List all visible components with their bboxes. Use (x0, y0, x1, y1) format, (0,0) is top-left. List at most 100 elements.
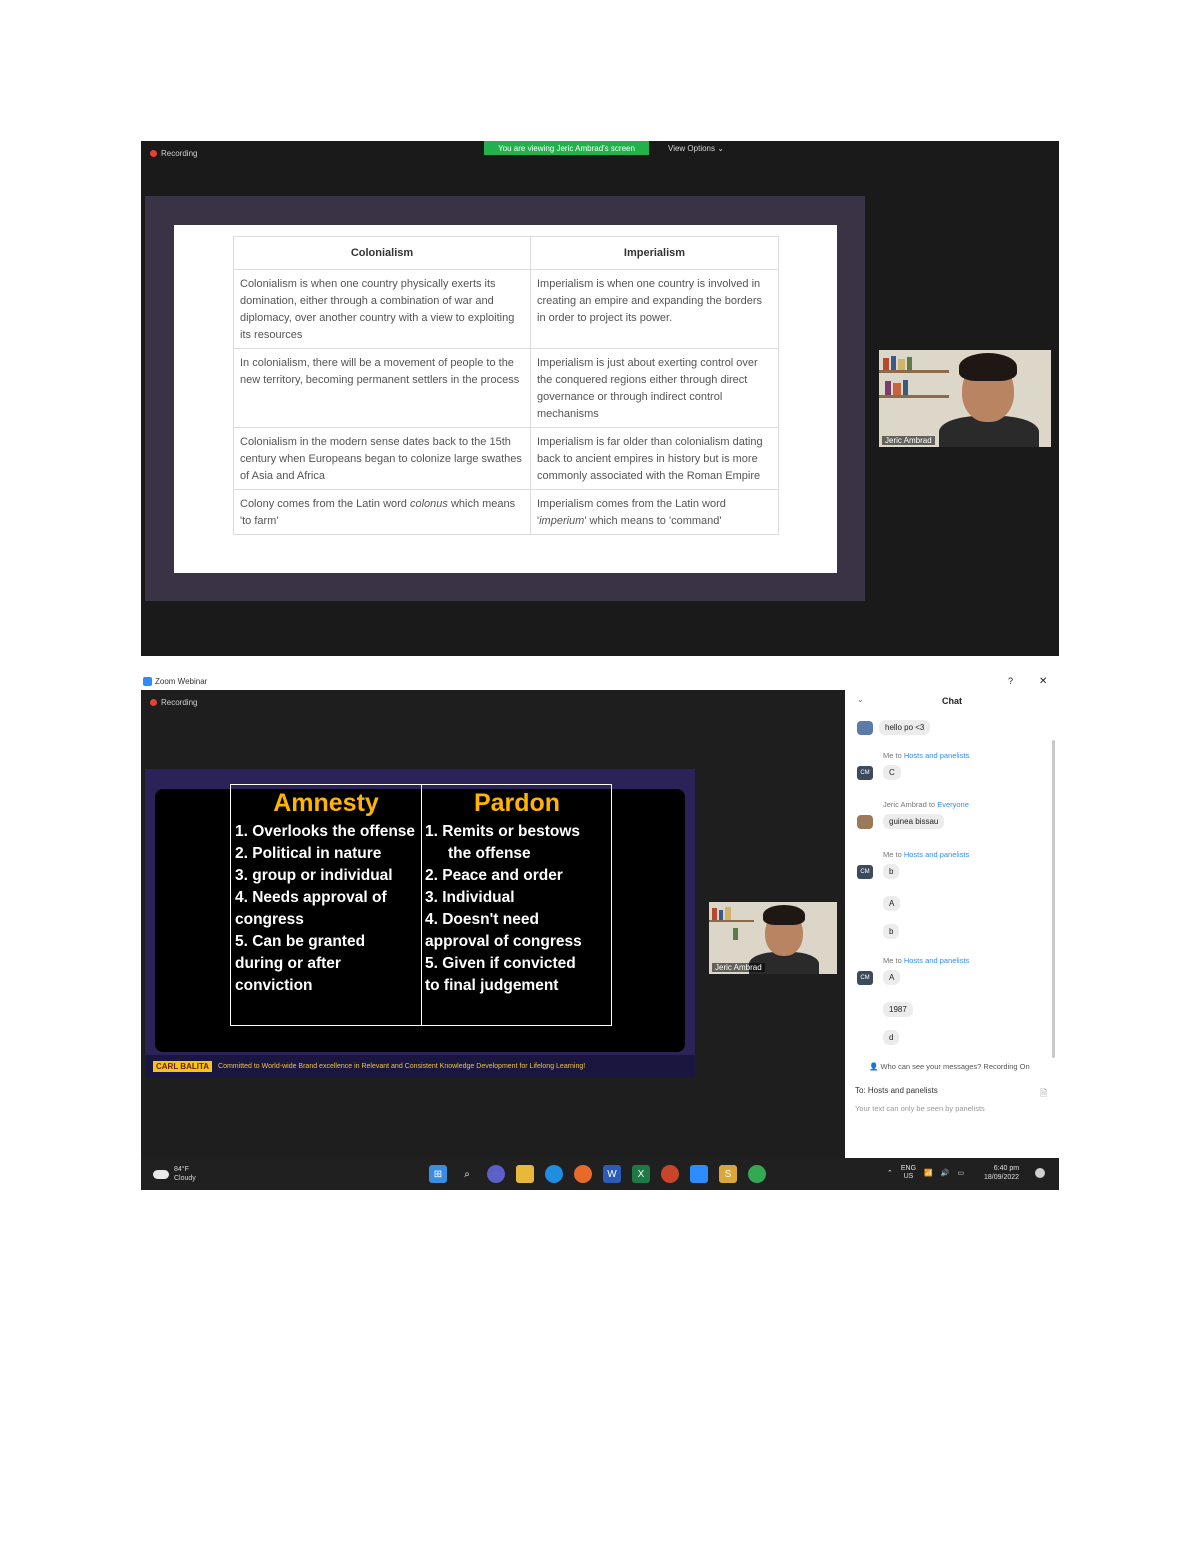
cell-text: ' which means to 'command' (584, 515, 722, 527)
comparison-table: Colonialism Imperialism Colonialism is w… (233, 236, 779, 535)
search-icon[interactable]: ⌕ (458, 1165, 476, 1183)
help-icon[interactable]: ? (1008, 676, 1013, 686)
recording-label: Recording (161, 149, 198, 158)
amnesty-title: Amnesty (273, 789, 379, 817)
chat-bubble[interactable]: b (883, 924, 900, 939)
slide-footer: CARL BALITA Committed to World-wide Bran… (145, 1055, 695, 1077)
amnesty-item: 3. group or individual (235, 867, 393, 884)
chat-bubble[interactable]: guinea bissau (883, 814, 945, 829)
system-tray: ⌃ ENG US 📶 🔊 ▭ (887, 1165, 964, 1181)
amnesty-item: 5. Can be granted during or after convic… (235, 933, 366, 994)
zoom-icon[interactable] (690, 1165, 708, 1183)
language-code: ENG (900, 1165, 917, 1172)
chat-bubble[interactable]: C (883, 765, 901, 780)
clock[interactable]: 6:40 pm 18/09/2022 (984, 1164, 1019, 1182)
table-cell: Imperialism is when one country is invol… (530, 269, 779, 349)
table-cell: Imperialism comes from the Latin word 'i… (530, 489, 779, 535)
table-row: In colonialism, there will be a movement… (233, 348, 779, 428)
recipient-selector[interactable]: To: Hosts and panelists (855, 1086, 938, 1095)
chat-sender: Jeric Ambrad to Everyone (883, 800, 969, 809)
notification-icon[interactable] (1035, 1168, 1045, 1178)
chat-panel: ⌄ Chat hello po <3 Me to Hosts and panel… (845, 690, 1059, 1158)
amnesty-item: 4. Needs approval of congress (235, 889, 387, 928)
excel-icon[interactable]: X (632, 1165, 650, 1183)
cell-text: Colony comes from the Latin word (240, 498, 410, 510)
chevron-up-icon[interactable]: ⌃ (887, 1169, 893, 1177)
taskbar-apps: ⊞ ⌕ W X S (429, 1165, 766, 1183)
battery-icon[interactable]: ▭ (957, 1169, 964, 1177)
app-title: Zoom Webinar (143, 677, 207, 686)
recipient-link[interactable]: Hosts and panelists (904, 751, 969, 760)
firefox-icon[interactable] (574, 1165, 592, 1183)
chat-icon[interactable] (487, 1165, 505, 1183)
recipient-link[interactable]: Hosts and panelists (904, 850, 969, 859)
pardon-title: Pardon (473, 789, 561, 817)
who-can-see-text: Who can see your messages? Recording On (880, 1062, 1030, 1071)
book-graphic (907, 357, 912, 370)
book-graphic (885, 381, 891, 395)
chat-bubble[interactable]: A (883, 896, 901, 911)
slide-content: Amnesty 1. Overlooks the offense 2. Poli… (155, 784, 685, 1052)
table-header-row: Colonialism Imperialism (233, 236, 779, 270)
volume-icon[interactable]: 🔊 (941, 1169, 950, 1177)
chat-message: d (883, 1027, 900, 1045)
wifi-icon[interactable]: 📶 (924, 1169, 933, 1177)
chat-message: guinea bissau (857, 814, 945, 829)
chat-title: Chat (942, 696, 962, 706)
language-indicator[interactable]: ENG US (901, 1165, 916, 1181)
table-header-imperialism: Imperialism (530, 236, 779, 270)
file-explorer-icon[interactable] (516, 1165, 534, 1183)
chat-message: b (883, 921, 900, 939)
chat-bubble[interactable]: 1987 (883, 1002, 913, 1017)
chat-bubble[interactable]: hello po <3 (879, 720, 931, 735)
table-row: Colonialism is when one country physical… (233, 269, 779, 349)
start-icon[interactable]: ⊞ (429, 1165, 447, 1183)
book-graphic (733, 928, 738, 940)
screen-share-screenshot-1: Recording You are viewing Jeric Ambrad's… (141, 141, 1059, 656)
shared-slide: Amnesty 1. Overlooks the offense 2. Poli… (145, 769, 695, 1077)
edge-icon[interactable] (545, 1165, 563, 1183)
chat-bubble[interactable]: A (883, 970, 901, 985)
chat-input[interactable]: Your text can only be seen by panelists (855, 1104, 985, 1113)
pardon-item: 3. Individual (425, 889, 515, 906)
who-can-see-link[interactable]: 👤 Who can see your messages? Recording O… (869, 1062, 1030, 1071)
webinar-main-area: Recording Amnesty 1. Overlooks the offen… (141, 690, 845, 1158)
table-cell: Colonialism is when one country physical… (233, 269, 531, 349)
chevron-down-icon[interactable]: ⌄ (857, 695, 864, 704)
book-graphic (898, 359, 905, 370)
powerpoint-icon[interactable] (661, 1165, 679, 1183)
chat-message: CM A (857, 970, 901, 985)
chat-scrollbar[interactable] (1052, 740, 1055, 1058)
book-graphic (712, 908, 717, 920)
to-label: To: (855, 1086, 866, 1095)
window-titlebar: Zoom Webinar ? ✕ (141, 675, 1059, 690)
close-icon[interactable]: ✕ (1039, 676, 1047, 687)
chat-message: CM C (857, 765, 901, 780)
chat-bubble[interactable]: d (883, 1030, 900, 1045)
video-name-label: Jeric Ambrad (882, 436, 935, 445)
recording-dot-icon (150, 699, 157, 706)
view-options-button[interactable]: View Options ⌄ (668, 144, 724, 153)
amnesty-pardon-table: Amnesty 1. Overlooks the offense 2. Poli… (230, 784, 612, 1026)
word-icon[interactable]: W (603, 1165, 621, 1183)
book-graphic (891, 356, 896, 370)
table-cell: Imperialism is far older than colonialis… (530, 427, 779, 490)
file-attach-icon[interactable]: 🗎 (1040, 1086, 1047, 1102)
recipient-value: Hosts and panelists (867, 1086, 938, 1095)
chrome-icon[interactable] (748, 1165, 766, 1183)
shared-screen-frame: Colonialism Imperialism Colonialism is w… (145, 196, 865, 601)
sender-name: Me to (883, 751, 904, 760)
pardon-item: to final judgement (425, 977, 559, 994)
zoom-logo-icon (143, 677, 152, 686)
recipient-link[interactable]: Everyone (937, 800, 969, 809)
participant-video[interactable]: Jeric Ambrad (709, 902, 837, 974)
table-header-colonialism: Colonialism (233, 236, 531, 270)
weather-widget[interactable]: 84°F Cloudy (153, 1165, 196, 1183)
sticky-app-icon[interactable]: S (719, 1165, 737, 1183)
chat-message: CM b (857, 864, 900, 879)
table-cell: Colony comes from the Latin word colonus… (233, 489, 531, 535)
avatar: CM (857, 864, 873, 879)
recipient-link[interactable]: Hosts and panelists (904, 956, 969, 965)
chat-bubble[interactable]: b (883, 864, 900, 879)
participant-video[interactable]: Jeric Ambrad (879, 350, 1051, 447)
